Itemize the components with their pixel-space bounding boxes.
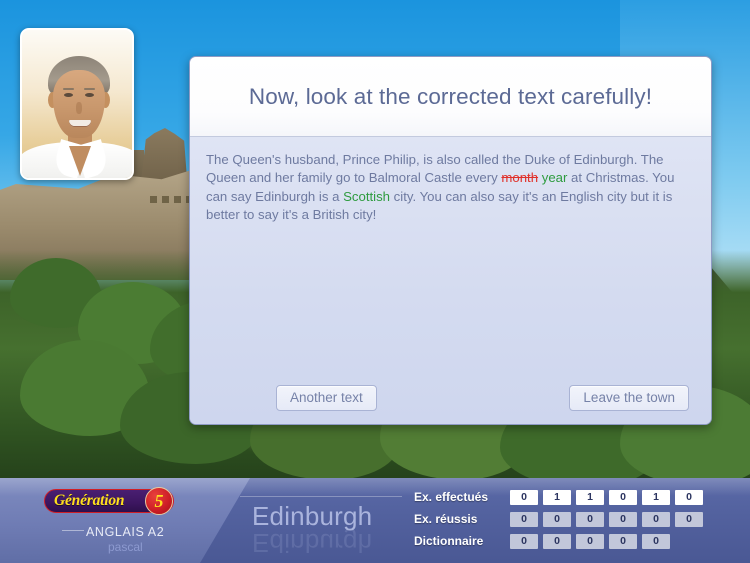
lesson-panel: Now, look at the corrected text carefull… [189, 56, 712, 425]
avatar-eye-left [64, 93, 73, 97]
stat-cell: 0 [675, 511, 703, 527]
stat-label: Dictionnaire [414, 534, 484, 548]
stat-cell: 1 [543, 489, 571, 505]
brand-logo-badge-number: 5 [154, 490, 164, 511]
stat-cell: 1 [576, 489, 604, 505]
stat-row: Ex. effectués 0 1 1 0 1 0 [414, 487, 708, 507]
avatar-eye-right [85, 93, 94, 97]
course-label: ANGLAIS A2 [86, 525, 165, 539]
stat-cell: 0 [609, 533, 637, 549]
leave-the-town-button[interactable]: Leave the town [569, 385, 689, 411]
user-name: pascal [108, 540, 143, 554]
stat-cell: 0 [576, 511, 604, 527]
corrected-text: The Queen's husband, Prince Philip, is a… [206, 151, 695, 224]
stat-cell: 0 [543, 533, 571, 549]
brand-divider [62, 530, 84, 531]
stat-row: Dictionnaire 0 0 0 0 0 [414, 531, 708, 551]
stat-cell: 1 [642, 489, 670, 505]
panel-button-row: Another text Leave the town [190, 385, 711, 411]
castle-crenellation [162, 196, 169, 203]
castle-crenellation [174, 196, 181, 203]
corrected-word: Scottish [343, 188, 391, 204]
stat-cell: 0 [510, 489, 538, 505]
stat-label: Ex. effectués [414, 490, 489, 504]
another-text-button[interactable]: Another text [276, 385, 377, 411]
stat-cell: 0 [642, 533, 670, 549]
brand-logo-badge-icon: 5 [145, 487, 173, 515]
corrected-word: year [541, 170, 568, 186]
page-title: Now, look at the corrected text carefull… [248, 83, 653, 109]
castle-crenellation [150, 196, 157, 203]
avatar-nose [76, 102, 82, 114]
stat-cell: 0 [510, 533, 538, 549]
city-name-reflection: Edinburgh [252, 528, 373, 558]
stat-cell: 0 [609, 511, 637, 527]
stat-row: Ex. réussis 0 0 0 0 0 0 [414, 509, 708, 529]
stat-cell: 0 [609, 489, 637, 505]
avatar-mouth [69, 120, 91, 127]
stat-cell: 0 [576, 533, 604, 549]
stat-cell: 0 [675, 489, 703, 505]
progress-stats: Ex. effectués 0 1 1 0 1 0 Ex. réussis 0 0 0 0 0 0 Dict… [414, 487, 708, 553]
avatar-brow-right [84, 88, 95, 90]
stat-cell: 0 [642, 511, 670, 527]
avatar [20, 28, 134, 180]
brand-logo: Génération 5 [44, 487, 196, 515]
brand-logo-word: Génération [54, 492, 125, 509]
panel-body: The Queen's husband, Prince Philip, is a… [190, 137, 711, 424]
stat-cell: 0 [543, 511, 571, 527]
app-screen: Now, look at the corrected text carefull… [0, 0, 750, 563]
avatar-brow-left [63, 88, 74, 90]
stat-cell: 0 [510, 511, 538, 527]
deleted-word: month [501, 170, 539, 186]
panel-header: Now, look at the corrected text carefull… [190, 57, 711, 137]
city-divider [240, 496, 402, 497]
stat-label: Ex. réussis [414, 512, 478, 526]
